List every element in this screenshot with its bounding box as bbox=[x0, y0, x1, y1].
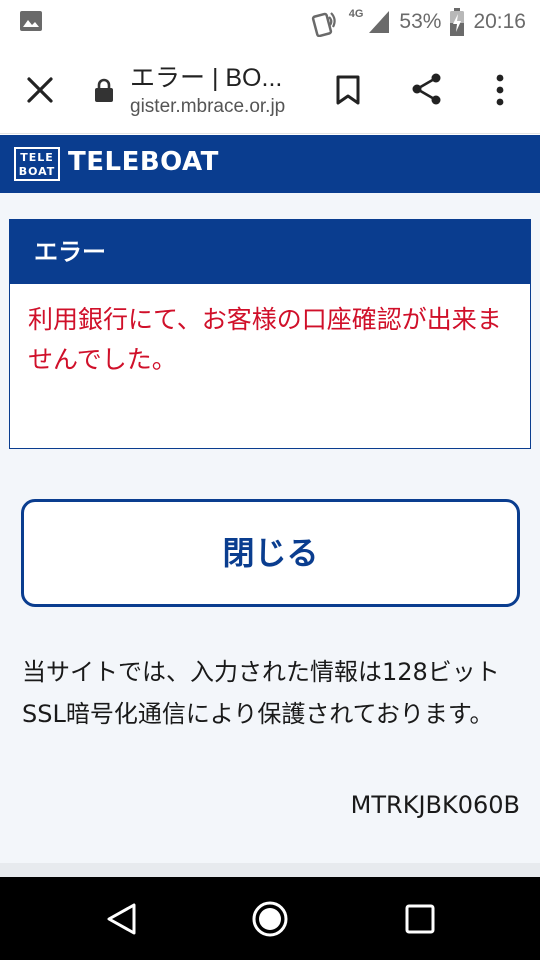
ssl-notice: 当サイトでは、入力された情報は128ビットSSL暗号化通信により保護されておりま… bbox=[22, 658, 500, 728]
network-type: 4G bbox=[348, 8, 364, 20]
page-title: エラー | BO... bbox=[130, 64, 283, 92]
battery-charging-icon bbox=[450, 8, 465, 36]
lock-icon bbox=[95, 78, 113, 102]
browser-toolbar: エラー | BO... gister.mbrace.or.jp bbox=[0, 44, 540, 134]
status-icons: 4G 53% 20:16 bbox=[311, 6, 526, 38]
nfc-icon bbox=[311, 12, 336, 37]
page-code: MTRKJBK060B bbox=[350, 791, 520, 819]
error-heading: エラー bbox=[10, 220, 530, 284]
error-panel: エラー 利用銀行にて、お客様の口座確認が出来ませんでした。 bbox=[9, 219, 531, 449]
page-content: TELE BOAT TELEBOAT エラー 利用銀行にて、お客様の口座確認が出… bbox=[0, 135, 540, 865]
page-bottom-strip bbox=[0, 863, 540, 877]
clock: 20:16 bbox=[473, 10, 526, 33]
system-nav-bar bbox=[0, 877, 540, 960]
brand-name: TELEBOAT bbox=[68, 147, 219, 177]
close-icon[interactable] bbox=[24, 74, 56, 106]
close-button[interactable]: 閉じる bbox=[21, 499, 520, 607]
url-text[interactable]: gister.mbrace.or.jp bbox=[130, 96, 285, 118]
brand-header: TELE BOAT TELEBOAT bbox=[0, 135, 540, 193]
more-vert-icon[interactable] bbox=[490, 72, 510, 108]
logo-line-1: TELE bbox=[20, 151, 54, 164]
teleboat-logo: TELE BOAT bbox=[14, 147, 60, 181]
share-icon[interactable] bbox=[410, 72, 444, 106]
battery-percent: 53% bbox=[399, 10, 442, 33]
back-icon[interactable] bbox=[104, 901, 138, 937]
signal-icon bbox=[369, 11, 390, 33]
home-icon[interactable] bbox=[250, 899, 290, 939]
recent-apps-icon[interactable] bbox=[404, 903, 436, 935]
logo-line-2: BOAT bbox=[18, 165, 56, 178]
error-message: 利用銀行にて、お客様の口座確認が出来ませんでした。 bbox=[28, 305, 502, 374]
gallery-icon bbox=[20, 11, 42, 31]
status-bar: 4G 53% 20:16 bbox=[0, 0, 540, 44]
bookmark-icon[interactable] bbox=[334, 74, 362, 106]
